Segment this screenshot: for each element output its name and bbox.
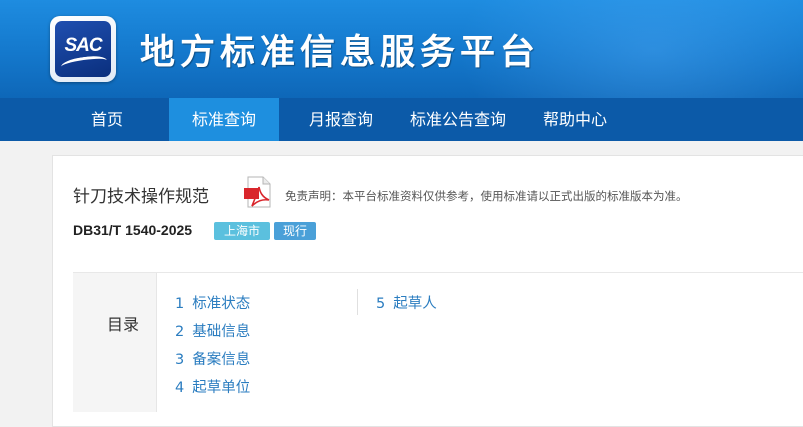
site-title: 地方标准信息服务平台 — [140, 33, 541, 73]
toc-item-standard-status[interactable]: 1 标准状态 — [175, 292, 250, 313]
status-badge: 现行 — [274, 222, 316, 240]
sac-logo-inner: SAC — [55, 21, 111, 77]
toc-item-number: 5 — [376, 296, 386, 312]
toc-item-basic-info[interactable]: 2 基础信息 — [175, 320, 250, 341]
main-nav: 首页 标准查询 月报查询 标准公告查询 帮助中心 — [0, 98, 803, 141]
toc-item-label: 起草单位 — [192, 380, 251, 396]
toc-item-label: 基础信息 — [192, 324, 251, 340]
nav-announcement-query[interactable]: 标准公告查询 — [400, 98, 516, 141]
toc-label: 目录 — [107, 315, 140, 334]
region-badge: 上海市 — [214, 222, 270, 240]
toc-item-number: 2 — [175, 324, 185, 340]
nav-home[interactable]: 首页 — [52, 98, 162, 141]
toc-item-label: 备案信息 — [192, 352, 251, 368]
toc-item-number: 1 — [175, 296, 185, 312]
nav-monthly-report[interactable]: 月报查询 — [286, 98, 396, 141]
sac-logo[interactable]: SAC — [50, 16, 116, 82]
toc-item-number: 3 — [175, 352, 185, 368]
pdf-icon[interactable] — [243, 176, 273, 210]
toc-label-box: 目录 — [73, 273, 157, 412]
toc-item-number: 4 — [175, 380, 185, 396]
toc-item-label: 起草人 — [393, 296, 437, 312]
toc-column-divider — [357, 289, 358, 315]
toc-item-drafting-unit[interactable]: 4 起草单位 — [175, 376, 250, 397]
sac-logo-text: SAC — [64, 35, 102, 56]
toc-item-filing-info[interactable]: 3 备案信息 — [175, 348, 250, 369]
toc-item-label: 标准状态 — [192, 296, 251, 312]
header-banner: SAC 地方标准信息服务平台 — [0, 0, 803, 98]
standard-title: 针刀技术操作规范 — [73, 187, 209, 207]
nav-standard-query[interactable]: 标准查询 — [169, 98, 279, 141]
table-of-contents: 目录 1 标准状态 2 基础信息 3 备案信息 4 起草单位 5 起草人 — [73, 272, 803, 412]
toc-item-drafters[interactable]: 5 起草人 — [376, 292, 437, 313]
standard-code: DB31/T 1540-2025 — [73, 222, 193, 238]
nav-help-center[interactable]: 帮助中心 — [520, 98, 630, 141]
disclaimer-text: 免责声明：本平台标准资料仅供参考，使用标准请以正式出版的标准版本为准。 — [285, 189, 688, 203]
